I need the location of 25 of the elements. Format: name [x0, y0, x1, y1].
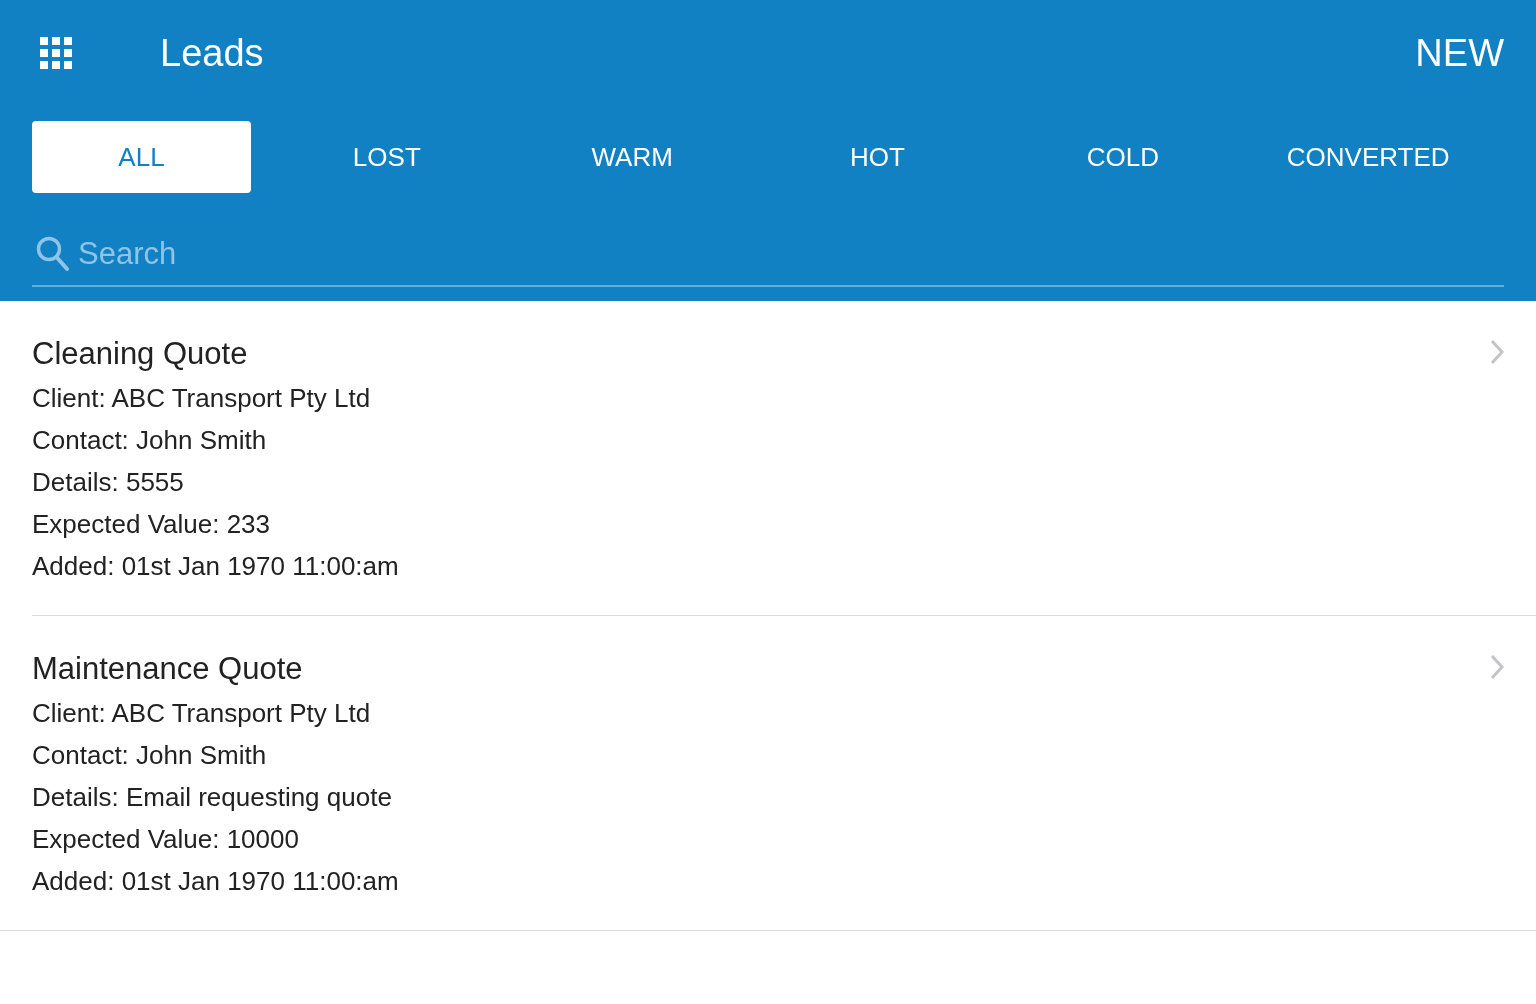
filter-tab[interactable]: LOST — [277, 121, 497, 193]
lead-detail: Details: Email requesting quote — [32, 781, 392, 814]
filter-tab[interactable]: WARM — [522, 121, 742, 193]
chevron-right-icon[interactable] — [1490, 654, 1504, 680]
new-button[interactable]: NEW — [1415, 31, 1504, 75]
apps-grid-icon[interactable] — [40, 37, 72, 69]
lead-detail: Added: 01st Jan 1970 11:00:am — [32, 865, 399, 898]
filter-tab[interactable]: CONVERTED — [1258, 121, 1478, 193]
lead-detail: Expected Value: 233 — [32, 508, 271, 541]
lead-detail: Contact: John Smith — [32, 424, 267, 457]
search-icon — [36, 236, 70, 272]
lead-detail: Contact: John Smith — [32, 739, 267, 772]
lead-detail: Details: 5555 — [32, 466, 184, 499]
lead-title[interactable]: Maintenance Quote — [32, 646, 303, 692]
page-title: Leads — [160, 31, 265, 75]
lead-title[interactable]: Cleaning Quote — [32, 331, 248, 377]
search-field[interactable]: Search — [78, 236, 1504, 272]
filter-tab[interactable]: HOT — [768, 121, 987, 193]
filter-tab[interactable]: COLD — [1013, 121, 1233, 193]
lead-detail: Added: 01st Jan 1970 11:00:am — [32, 550, 399, 583]
chevron-right-icon[interactable] — [1490, 339, 1504, 365]
lead-detail: Client: ABC Transport Pty Ltd — [32, 382, 371, 415]
lead-detail: Client: ABC Transport Pty Ltd — [32, 697, 371, 730]
filter-tab[interactable]: ALL — [32, 121, 251, 193]
lead-detail: Expected Value: 10000 — [32, 823, 299, 856]
